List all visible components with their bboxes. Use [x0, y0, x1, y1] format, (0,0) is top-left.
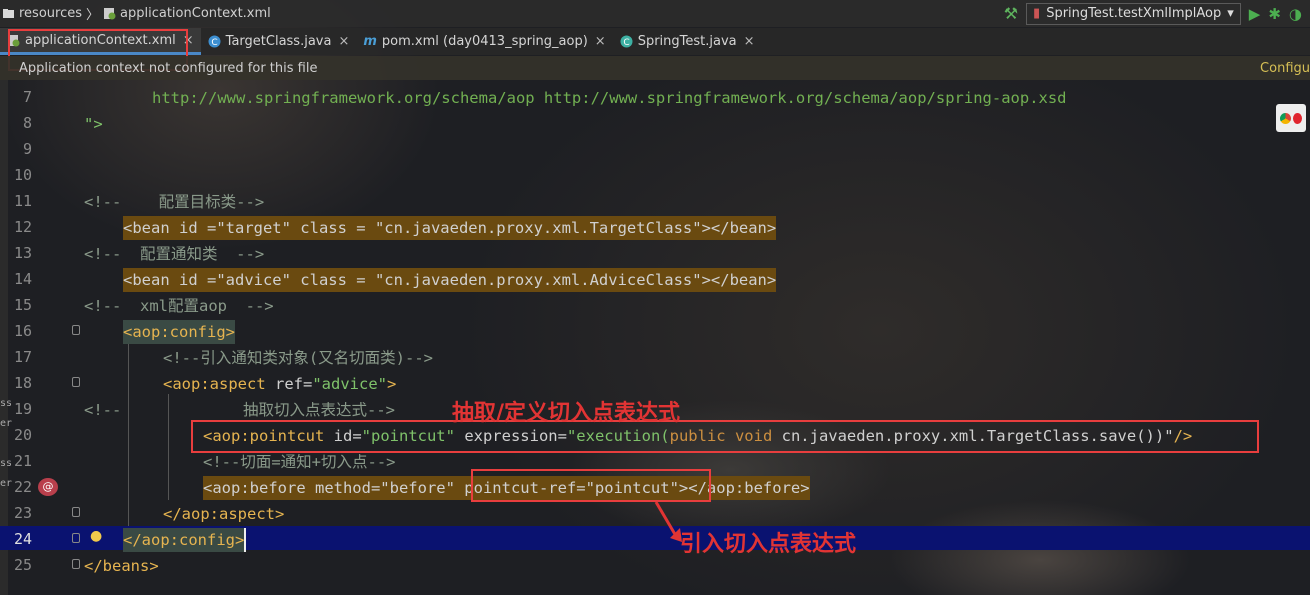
tab-label: pom.xml (day0413_spring_aop)	[381, 34, 588, 49]
breadcrumb-file[interactable]: applicationContext.xml	[120, 6, 271, 21]
line-number: 13	[13, 244, 32, 262]
pointcut-definition-annotation: 抽取/定义切入点表达式	[452, 401, 681, 426]
run-configuration-selector[interactable]: ▮ SpringTest.testXmlImplAop ▾	[1026, 2, 1241, 25]
code-line-18[interactable]: <aop:aspect ref="advice">	[163, 372, 396, 396]
line-number: 23	[13, 504, 32, 522]
close-icon[interactable]: ×	[744, 34, 755, 49]
line-number: 12	[13, 218, 32, 236]
code-line-11[interactable]: <!-- 配置目标类-->	[84, 190, 264, 214]
line-number: 18	[13, 374, 32, 392]
line-number: 21	[13, 452, 32, 470]
method-gutter-icon[interactable]: @	[38, 478, 58, 496]
fold-marker-icon[interactable]	[72, 325, 80, 335]
fold-marker-icon[interactable]	[72, 377, 80, 387]
debug-icon[interactable]: ✱	[1268, 5, 1281, 23]
build-hammer-icon[interactable]: ⚒	[1004, 4, 1018, 23]
svg-text:C: C	[623, 38, 629, 48]
code-line-8[interactable]: ">	[84, 112, 103, 136]
xml-value: "advice"	[312, 375, 387, 393]
run-config-label: SpringTest.testXmlImplAop	[1046, 6, 1222, 21]
opera-icon[interactable]	[1293, 112, 1302, 124]
chevron-down-icon: ▾	[1227, 6, 1234, 21]
pointcut-ref-annotation: 引入切入点表达式	[680, 532, 857, 557]
indent-guide	[128, 342, 129, 526]
tab-label: TargetClass.java	[225, 34, 332, 49]
run-config-icon: ▮	[1033, 6, 1041, 21]
line-number: 25	[13, 556, 32, 574]
xml-attr: ref=	[265, 375, 313, 393]
line-number: 20	[13, 426, 32, 444]
svg-text:C: C	[211, 38, 217, 48]
line-number: 11	[13, 192, 32, 210]
fold-marker-icon[interactable]	[72, 507, 80, 517]
tab-pom-xml[interactable]: m pom.xml (day0413_spring_aop) ×	[356, 28, 612, 55]
line-number: 17	[13, 348, 32, 366]
folder-icon	[3, 9, 14, 18]
code-line-19-comment[interactable]: 抽取切入点表达式-->	[243, 398, 395, 422]
chrome-icon[interactable]	[1280, 112, 1291, 124]
run-toolbar: ⚒ ▮ SpringTest.testXmlImplAop ▾ ▶ ✱ ◑	[1004, 0, 1310, 27]
line-number: 7	[22, 88, 32, 106]
run-icon[interactable]: ▶	[1249, 5, 1261, 23]
editor-tab-bar: applicationContext.xml × C TargetClass.j…	[0, 28, 1310, 55]
tab-label: SpringTest.java	[637, 34, 737, 49]
code-line-17[interactable]: <!--引入通知类对象(又名切面类)-->	[163, 346, 433, 370]
indent-guide	[168, 394, 169, 500]
lightbulb-icon[interactable]: ●	[90, 528, 102, 544]
coverage-icon[interactable]: ◑	[1289, 5, 1302, 23]
line-number: 19	[13, 400, 32, 418]
line-number: 9	[22, 140, 32, 158]
breadcrumb: resources 〉 applicationContext.xml	[0, 4, 271, 23]
class-icon: C	[208, 35, 221, 48]
code-line-12[interactable]: <bean id ="target" class = "cn.javaeden.…	[123, 216, 777, 240]
test-class-icon: C	[620, 35, 633, 48]
code-line-13[interactable]: <!-- 配置通知类 -->	[84, 242, 264, 266]
code-line-19-start[interactable]: <!--	[84, 398, 121, 422]
close-icon[interactable]: ×	[595, 34, 606, 49]
code-line-16[interactable]: <aop:config>	[123, 320, 235, 344]
line-number: 14	[13, 270, 32, 288]
code-line-7[interactable]: http://www.springframework.org/schema/ao…	[152, 86, 1067, 110]
breadcrumb-folder[interactable]: resources	[19, 6, 82, 21]
configure-link[interactable]: Configu	[1260, 61, 1310, 76]
navigation-bar: resources 〉 applicationContext.xml ⚒ ▮ S…	[0, 0, 1310, 27]
line-number: 22	[13, 478, 32, 496]
line-number: 10	[13, 166, 32, 184]
maven-icon: m	[363, 34, 377, 49]
line-number: 16	[13, 322, 32, 340]
close-icon[interactable]: ×	[338, 34, 349, 49]
fold-marker-icon[interactable]	[72, 559, 80, 569]
pointcut-definition-highlight-box	[191, 420, 1259, 453]
tab-spring-test[interactable]: C SpringTest.java ×	[613, 28, 762, 55]
tab-target-class[interactable]: C TargetClass.java ×	[201, 28, 357, 55]
line-number: 15	[13, 296, 32, 314]
spring-xml-icon	[104, 8, 116, 20]
fold-marker-icon[interactable]	[72, 533, 80, 543]
xml-tag: <aop:aspect	[163, 375, 266, 393]
notification-message: Application context not configured for t…	[19, 60, 318, 76]
code-line-24[interactable]: </aop:config>	[123, 528, 247, 552]
browser-preview-widget[interactable]	[1276, 104, 1306, 132]
xml-tag-end: >	[386, 375, 397, 393]
breadcrumb-separator-icon: 〉	[86, 8, 100, 23]
line-number: 8	[22, 114, 32, 132]
code-line-14[interactable]: <bean id ="advice" class = "cn.javaeden.…	[123, 268, 777, 292]
code-line-15[interactable]: <!-- xml配置aop -->	[84, 294, 274, 318]
code-line-25[interactable]: </beans>	[84, 554, 159, 578]
code-line-23[interactable]: </aop:aspect>	[163, 502, 284, 526]
line-number: 24	[13, 530, 32, 548]
code-line-21[interactable]: <!--切面=通知+切入点-->	[203, 450, 396, 474]
context-notification-bar: Application context not configured for t…	[0, 56, 1310, 80]
